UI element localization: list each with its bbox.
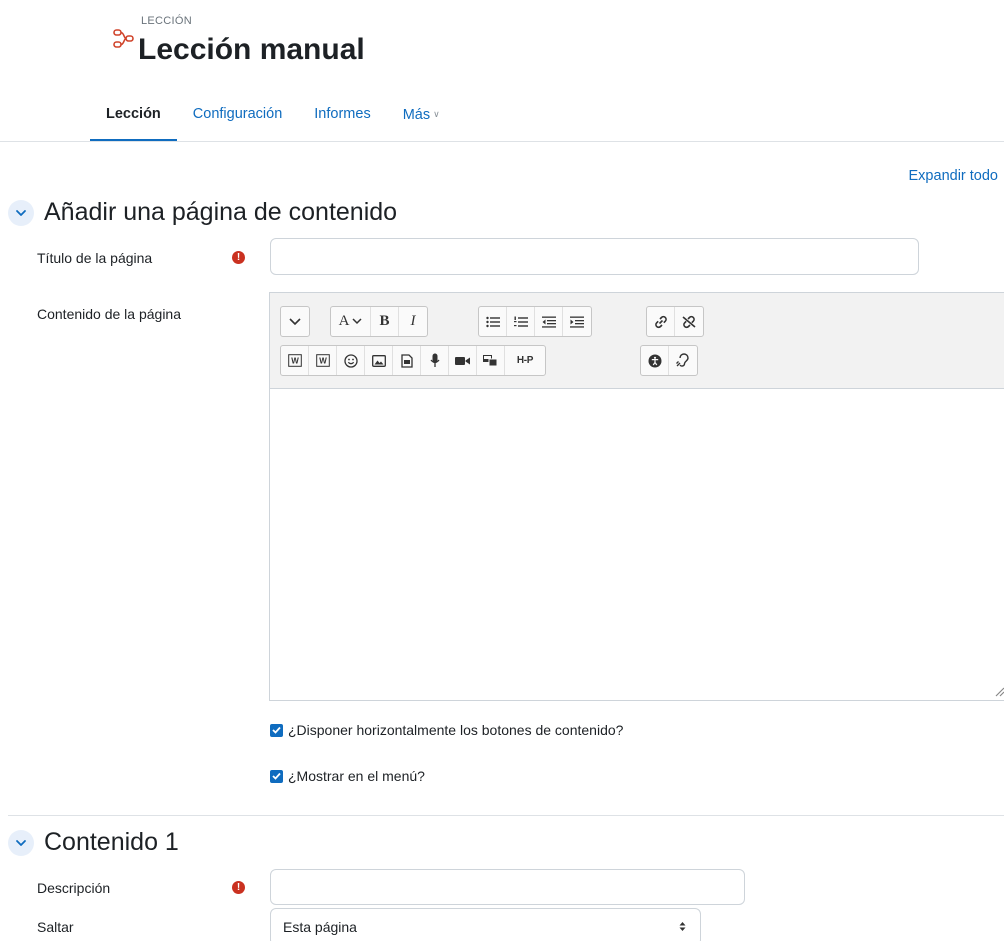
page-title-input[interactable] (270, 238, 919, 275)
toolbar-group-style: A B I (330, 306, 428, 337)
toolbar-group-accessibility (640, 345, 698, 376)
horizontal-buttons-checkbox-row: ¿Disponer horizontalmente los botones de… (270, 722, 623, 738)
expand-all-link[interactable]: Expandir todo (909, 168, 998, 184)
resize-grip-icon[interactable] (993, 685, 1004, 697)
secondary-navigation: Lección Configuración Informes Más ∨ (90, 100, 456, 142)
tab-configuracion[interactable]: Configuración (177, 100, 298, 142)
description-input[interactable] (270, 869, 745, 905)
indent-icon[interactable] (563, 307, 591, 336)
section-title: Añadir una página de contenido (44, 198, 398, 226)
italic-icon[interactable]: I (399, 307, 427, 336)
page-title-label: Título de la página (37, 250, 153, 266)
svg-text:W: W (291, 357, 299, 366)
jump-select-value: Esta página (283, 919, 357, 935)
h5p-icon[interactable]: H-P (505, 346, 545, 375)
toolbar-group-insert: W W H-P (280, 345, 546, 376)
section-add-content-page-header: Añadir una página de contenido (8, 198, 397, 227)
chevron-down-icon (16, 839, 26, 846)
tabs-divider (0, 141, 1004, 142)
page-content-editor: A B I W W H-P (269, 292, 1004, 701)
word-paste-icon[interactable]: W (309, 346, 337, 375)
horizontal-buttons-checkbox[interactable] (270, 723, 283, 737)
description-label: Descripción (37, 880, 111, 896)
manage-files-icon[interactable] (477, 346, 505, 375)
chevron-down-icon: ∨ (433, 109, 440, 119)
editor-toolbar: A B I W W H-P (270, 293, 1004, 389)
unlink-icon[interactable] (675, 307, 703, 336)
tab-leccion[interactable]: Lección (90, 100, 177, 142)
show-in-menu-label: ¿Mostrar en el menú? (288, 768, 425, 784)
lesson-icon (113, 29, 134, 48)
required-icon: ! (232, 881, 245, 894)
tab-informes[interactable]: Informes (298, 100, 386, 142)
word-import-icon[interactable]: W (281, 346, 309, 375)
expand-toolbar-icon[interactable] (281, 307, 309, 336)
editor-content-area[interactable] (270, 389, 1004, 700)
chevron-down-icon (16, 209, 26, 216)
required-icon: ! (232, 251, 245, 264)
outdent-icon[interactable] (535, 307, 563, 336)
jump-label: Saltar (37, 919, 74, 935)
svg-text:W: W (319, 357, 327, 366)
bold-icon[interactable]: B (371, 307, 399, 336)
ordered-list-icon[interactable] (507, 307, 535, 336)
record-audio-icon[interactable] (421, 346, 449, 375)
screen-reader-helper-icon[interactable] (669, 346, 697, 375)
horizontal-buttons-label: ¿Disponer horizontalmente los botones de… (288, 722, 624, 738)
toolbar-group-links (646, 306, 704, 337)
select-arrows-icon (679, 922, 686, 931)
accessibility-checker-icon[interactable] (641, 346, 669, 375)
collapse-section-button[interactable] (8, 829, 34, 856)
show-in-menu-checkbox[interactable] (270, 769, 283, 783)
tab-mas[interactable]: Más ∨ (387, 100, 456, 142)
link-icon[interactable] (647, 307, 675, 336)
font-color-icon[interactable]: A (331, 307, 371, 336)
section-divider (8, 815, 1004, 816)
show-in-menu-checkbox-row: ¿Mostrar en el menú? (270, 768, 425, 784)
section-title: Contenido 1 (44, 828, 179, 856)
collapse-section-button[interactable] (8, 199, 34, 226)
image-icon[interactable] (365, 346, 393, 375)
emoji-icon[interactable] (337, 346, 365, 375)
media-icon[interactable] (393, 346, 421, 375)
toolbar-group-lists (478, 306, 592, 337)
unordered-list-icon[interactable] (479, 307, 507, 336)
section-content-1-header: Contenido 1 (8, 828, 179, 857)
toolbar-group-collapse (280, 306, 310, 337)
jump-select[interactable]: Esta página (270, 908, 701, 941)
page-title: Lección manual (138, 33, 365, 66)
record-video-icon[interactable] (449, 346, 477, 375)
page-content-label: Contenido de la página (37, 306, 182, 322)
activity-type-label: LECCIÓN (141, 15, 192, 27)
